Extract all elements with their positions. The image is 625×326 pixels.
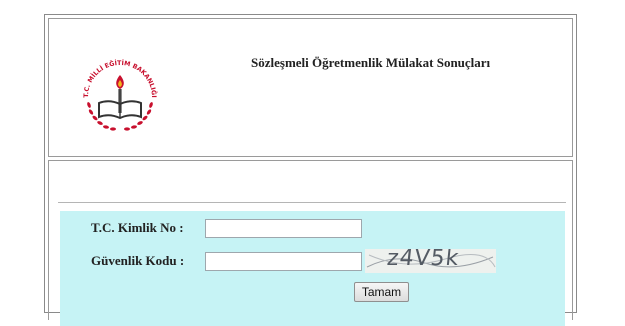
query-form: T.C. Kimlik No : Güvenlik Kodu : z4V5k T… [60,211,565,326]
security-code-label: Güvenlik Kodu : [91,253,185,268]
body-panel: T.C. Kimlik No : Güvenlik Kodu : z4V5k T… [48,160,573,326]
outer-frame: T.C. MİLLİ EĞİTİM BAKANLIĞI Sözleşmeli Ö… [44,14,577,326]
submit-button[interactable]: Tamam [354,282,409,302]
header-panel: T.C. MİLLİ EĞİTİM BAKANLIĞI Sözleşmeli Ö… [48,18,573,157]
captcha-image: z4V5k [365,249,496,273]
tc-kimlik-label: T.C. Kimlik No : [91,220,184,235]
page-title: Sözleşmeli Öğretmenlik Mülakat Sonuçları [251,55,491,70]
ministry-logo-icon: T.C. MİLLİ EĞİTİM BAKANLIĞI [83,58,159,131]
captcha-text: z4V5k [385,249,461,271]
tc-kimlik-input[interactable] [205,219,362,238]
divider [58,202,566,203]
security-code-input[interactable] [205,252,362,271]
